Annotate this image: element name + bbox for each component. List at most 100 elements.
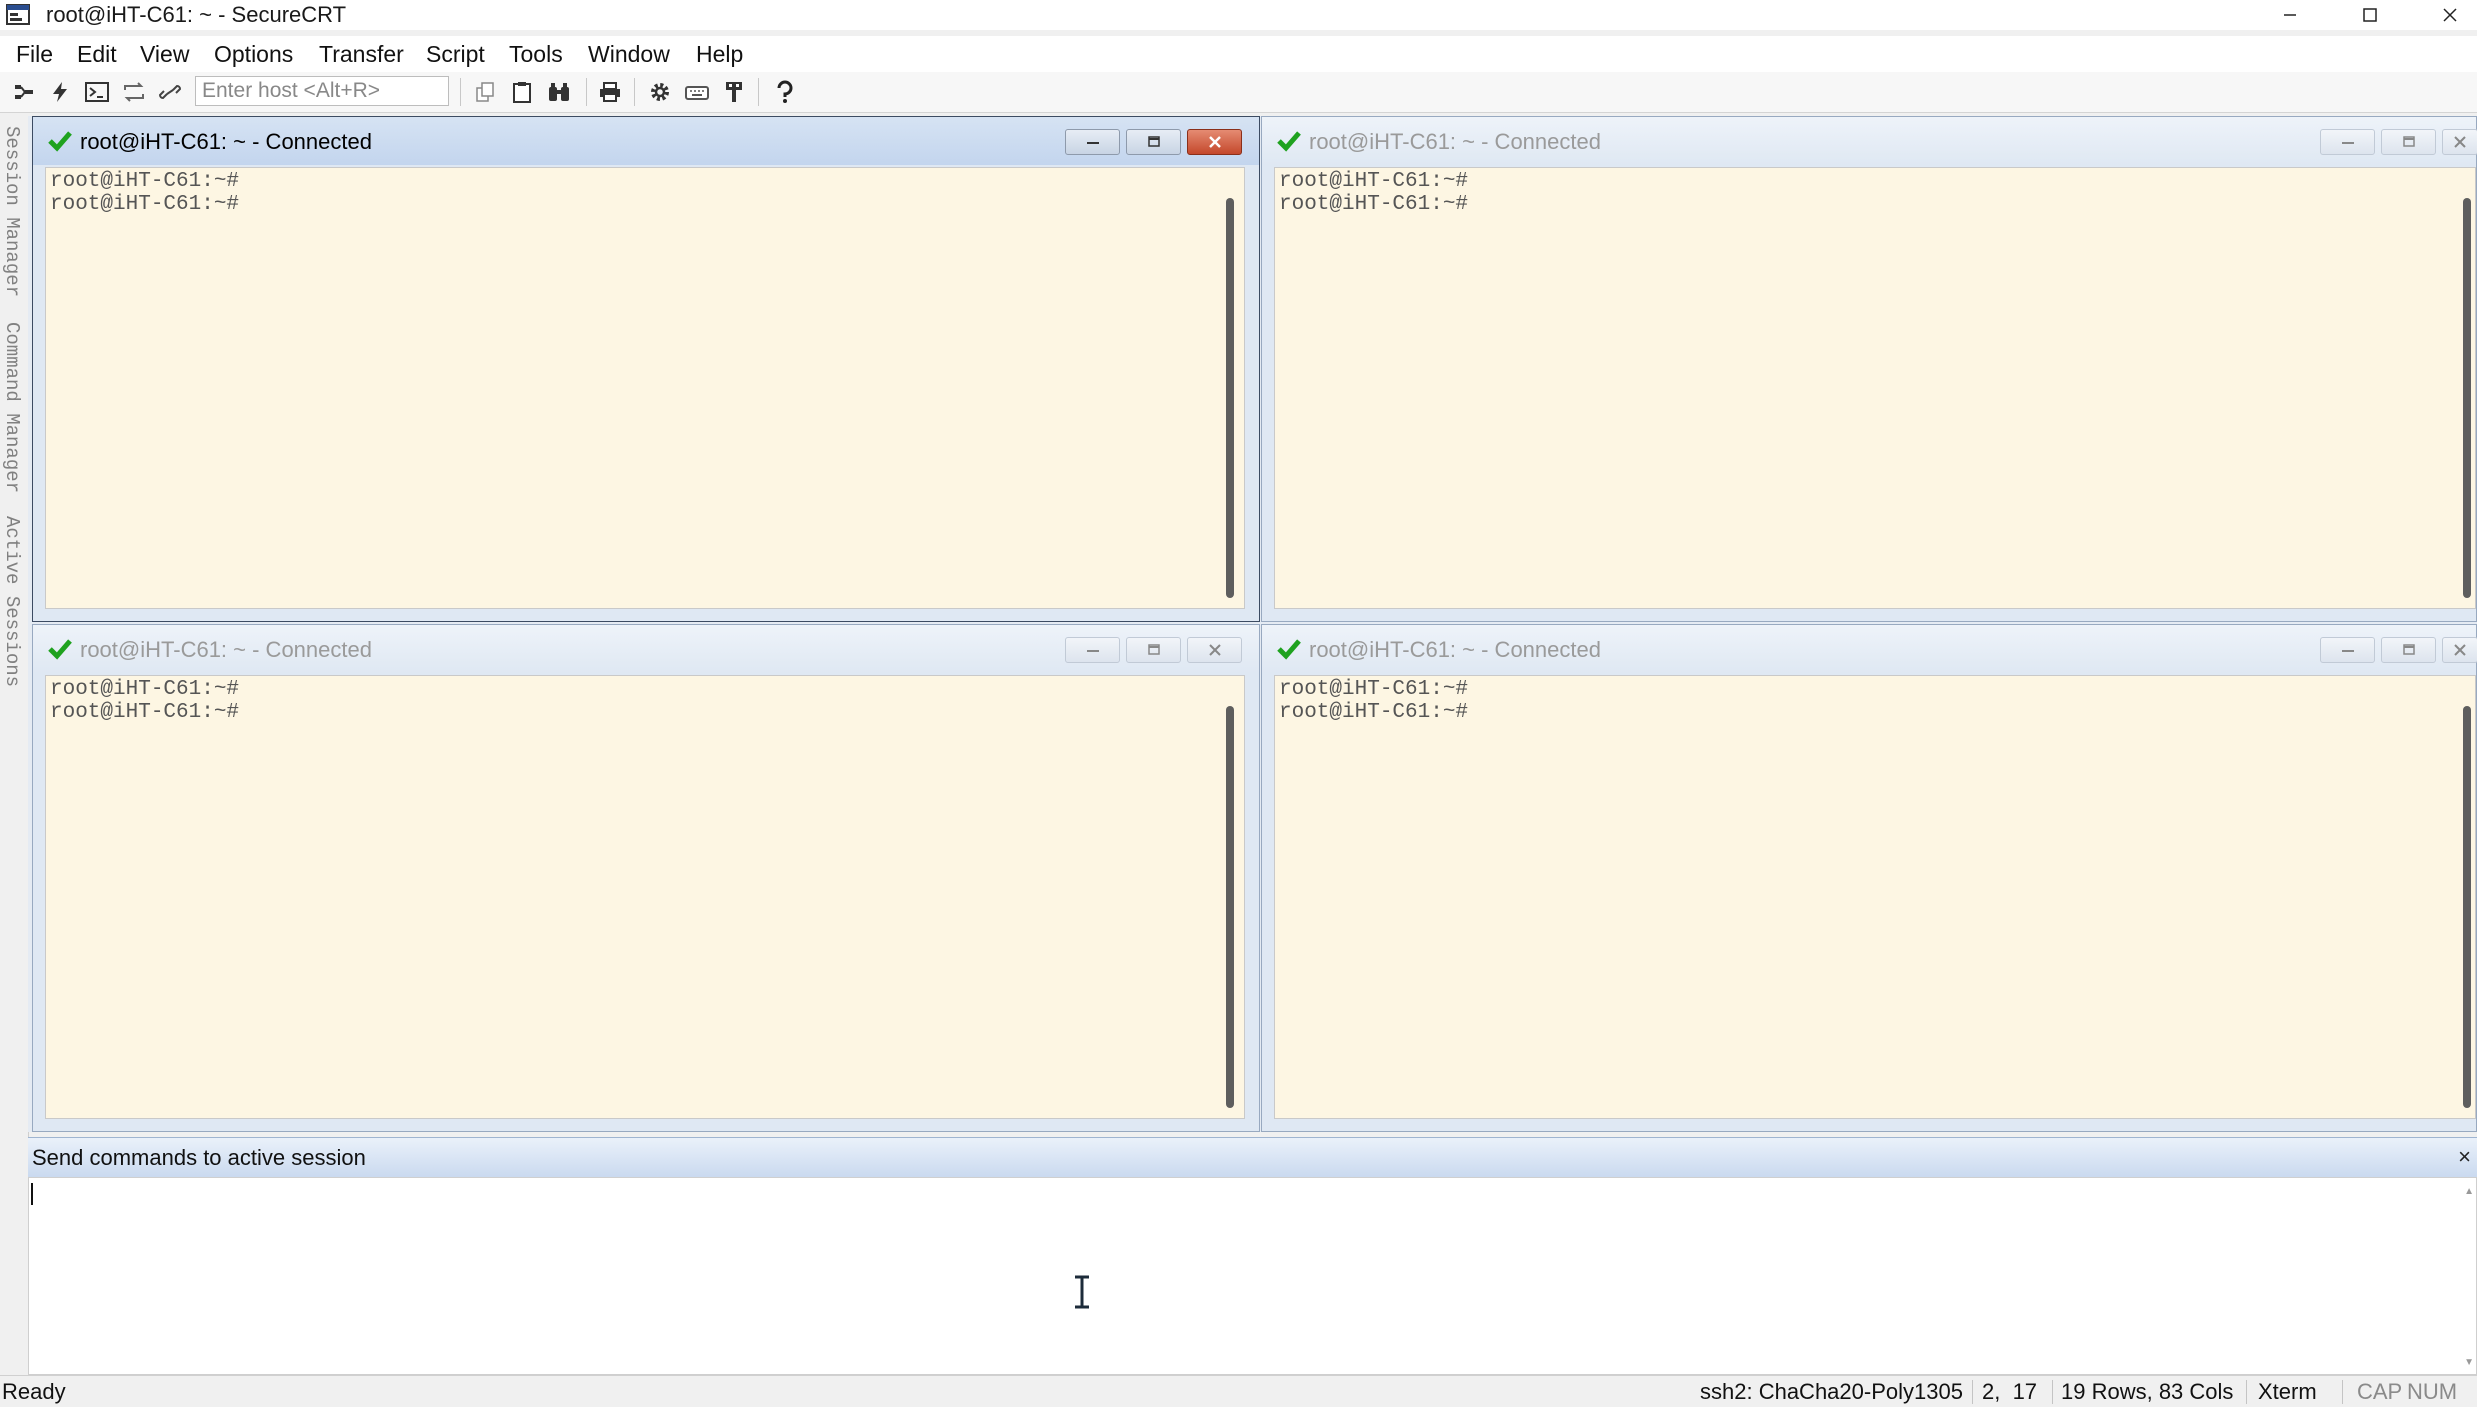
copy-icon[interactable]: [471, 78, 499, 106]
pane-titlebar[interactable]: root@iHT-C61: ~ - Connected: [33, 117, 1259, 165]
toolbar-separator: [634, 78, 635, 106]
pane-titlebar[interactable]: root@iHT-C61: ~ - Connected: [33, 625, 1259, 673]
pane-titlebar[interactable]: root@iHT-C61: ~ - Connected: [1262, 625, 2477, 673]
menu-help[interactable]: Help: [696, 36, 743, 72]
terminal-line: root@iHT-C61:~#: [1279, 701, 1469, 724]
pane-restore-button[interactable]: [2381, 129, 2436, 155]
session-pane-1[interactable]: root@iHT-C61: ~ - Connected root@iHT-C61…: [32, 116, 1260, 622]
terminal-line: root@iHT-C61:~#: [50, 701, 240, 724]
keymap-icon[interactable]: [683, 78, 711, 106]
close-icon: [2443, 8, 2457, 22]
terminal-screen[interactable]: root@iHT-C61:~# root@iHT-C61:~#: [45, 675, 1245, 1119]
minimize-icon: [1086, 650, 1099, 652]
menu-edit[interactable]: Edit: [77, 36, 117, 72]
menu-view[interactable]: View: [140, 36, 189, 72]
scroll-up-arrow-icon[interactable]: ▲: [2464, 1186, 2474, 1197]
status-cipher: ssh2: ChaCha20-Poly1305: [1700, 1379, 1963, 1404]
minimize-window-button[interactable]: [2250, 0, 2330, 30]
find-icon[interactable]: [545, 78, 573, 106]
terminal-line: root@iHT-C61:~#: [1279, 678, 1469, 701]
vertical-scrollbar[interactable]: [1226, 198, 1234, 598]
session-pane-3[interactable]: root@iHT-C61: ~ - Connected root@iHT-C61…: [32, 624, 1260, 1132]
pane-close-button[interactable]: [2442, 637, 2477, 663]
minimize-icon: [2341, 142, 2354, 144]
vertical-scrollbar[interactable]: [2463, 706, 2471, 1108]
close-window-button[interactable]: [2410, 0, 2477, 30]
pane-restore-button[interactable]: [2381, 637, 2436, 663]
restore-icon: [1147, 136, 1160, 147]
connected-check-icon: [1276, 129, 1302, 153]
paste-icon[interactable]: [508, 78, 536, 106]
disconnect-icon[interactable]: [156, 78, 184, 106]
close-icon: [1208, 136, 1221, 148]
minimize-icon: [1086, 142, 1099, 144]
title-bar: root@iHT-C61: ~ - SecureCRT: [0, 0, 2477, 30]
pane-titlebar[interactable]: root@iHT-C61: ~ - Connected: [1262, 117, 2477, 165]
menu-tools[interactable]: Tools: [509, 36, 563, 72]
terminal-screen[interactable]: root@iHT-C61:~# root@iHT-C61:~#: [45, 167, 1245, 609]
close-icon: [2454, 136, 2466, 148]
status-separator: [2246, 1380, 2247, 1404]
terminal-screen[interactable]: root@iHT-C61:~# root@iHT-C61:~#: [1274, 675, 2476, 1119]
pane-minimize-button[interactable]: [2320, 129, 2375, 155]
vertical-scrollbar[interactable]: [2463, 198, 2471, 598]
pane-minimize-button[interactable]: [1065, 129, 1120, 155]
command-window-close-icon[interactable]: ×: [2458, 1146, 2471, 1168]
menu-file[interactable]: File: [16, 36, 53, 72]
pane-minimize-button[interactable]: [1065, 637, 1120, 663]
minimize-icon: [2284, 14, 2296, 16]
command-window-title: Send commands to active session: [32, 1145, 366, 1170]
command-input[interactable]: ▲ ▼: [28, 1177, 2477, 1375]
terminal-line: root@iHT-C61:~#: [50, 170, 240, 193]
print-icon[interactable]: [596, 78, 624, 106]
connect-in-tab-icon[interactable]: [10, 78, 38, 106]
pane-restore-button[interactable]: [1126, 637, 1181, 663]
connect-shell-icon[interactable]: [83, 78, 111, 106]
quick-connect-icon[interactable]: [46, 78, 74, 106]
pane-restore-button[interactable]: [1126, 129, 1181, 155]
help-icon[interactable]: [771, 78, 799, 106]
pane-title: root@iHT-C61: ~ - Connected: [1309, 637, 1601, 662]
connected-check-icon: [47, 129, 73, 153]
minimize-icon: [2341, 650, 2354, 652]
menu-script[interactable]: Script: [426, 36, 485, 72]
status-bar: Ready ssh2: ChaCha20-Poly1305 2, 17 19 R…: [0, 1375, 2477, 1407]
terminal-line: root@iHT-C61:~#: [50, 678, 240, 701]
terminal-line: root@iHT-C61:~#: [1279, 170, 1469, 193]
menu-transfer[interactable]: Transfer: [319, 36, 404, 72]
session-pane-2[interactable]: root@iHT-C61: ~ - Connected root@iHT-C61…: [1261, 116, 2477, 622]
pane-title: root@iHT-C61: ~ - Connected: [80, 637, 372, 662]
pane-minimize-button[interactable]: [2320, 637, 2375, 663]
pane-close-button[interactable]: [1187, 129, 1242, 155]
status-terminal-size: 19 Rows, 83 Cols: [2061, 1379, 2234, 1404]
maximize-window-button[interactable]: [2330, 0, 2410, 30]
toolbar-separator: [460, 78, 461, 106]
side-tab-active-sessions[interactable]: Active Sessions: [0, 516, 24, 687]
pane-title: root@iHT-C61: ~ - Connected: [80, 129, 372, 154]
vertical-scrollbar[interactable]: [1226, 706, 1234, 1108]
status-ready: Ready: [2, 1379, 66, 1404]
pane-close-button[interactable]: [2442, 129, 2477, 155]
terminal-screen[interactable]: root@iHT-C61:~# root@iHT-C61:~#: [1274, 167, 2476, 609]
menu-window[interactable]: Window: [588, 36, 670, 72]
terminal-line: root@iHT-C61:~#: [1279, 193, 1469, 216]
text-cursor-icon: [1071, 1275, 1093, 1309]
scroll-down-arrow-icon[interactable]: ▼: [2464, 1357, 2474, 1368]
side-tab-command-manager[interactable]: Command Manager: [0, 322, 24, 493]
status-separator: [2052, 1380, 2053, 1404]
reconnect-icon[interactable]: [120, 78, 148, 106]
settings-icon[interactable]: [646, 78, 674, 106]
menu-options[interactable]: Options: [214, 36, 293, 72]
session-tile-area: root@iHT-C61: ~ - Connected root@iHT-C61…: [28, 116, 2477, 1132]
restore-icon: [2402, 644, 2415, 655]
status-terminal-type: Xterm: [2258, 1379, 2317, 1404]
securecrt-app-icon[interactable]: [6, 3, 32, 27]
command-window-header: Send commands to active session ×: [28, 1137, 2477, 1178]
pane-close-button[interactable]: [1187, 637, 1242, 663]
session-pane-4[interactable]: root@iHT-C61: ~ - Connected root@iHT-C61…: [1261, 624, 2477, 1132]
sftp-icon[interactable]: [720, 78, 748, 106]
side-tab-session-manager[interactable]: Session Manager: [0, 126, 24, 297]
restore-icon: [2402, 136, 2415, 147]
status-cursor-position: 2, 17: [1982, 1379, 2038, 1404]
host-input[interactable]: [195, 76, 449, 106]
